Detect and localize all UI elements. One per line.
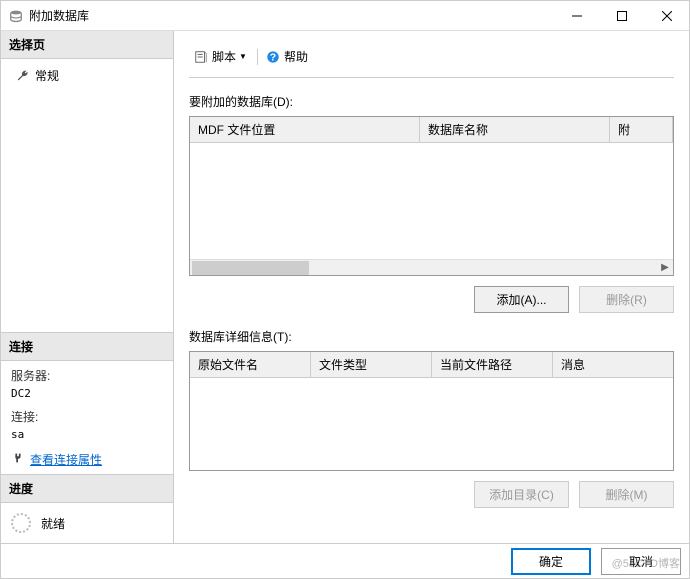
progress-status: 就绪 bbox=[41, 515, 65, 532]
db-details-list[interactable]: 原始文件名 文件类型 当前文件路径 消息 bbox=[189, 351, 674, 471]
horizontal-scrollbar[interactable]: ▶ bbox=[190, 259, 673, 275]
script-dropdown[interactable]: 脚本 ▼ bbox=[189, 46, 254, 67]
plug-icon bbox=[11, 451, 25, 468]
col-db-name[interactable]: 数据库名称 bbox=[420, 117, 610, 142]
select-page-header: 选择页 bbox=[1, 31, 173, 59]
window-title: 附加数据库 bbox=[29, 7, 554, 24]
col-orig-filename[interactable]: 原始文件名 bbox=[190, 352, 311, 377]
add-directory-button: 添加目录(C) bbox=[474, 481, 569, 508]
db-details-label: 数据库详细信息(T): bbox=[189, 328, 674, 345]
connection-label: 连接: bbox=[11, 410, 38, 424]
scroll-right-icon[interactable]: ▶ bbox=[657, 262, 673, 273]
list-header: MDF 文件位置 数据库名称 附 bbox=[190, 117, 673, 143]
list-header: 原始文件名 文件类型 当前文件路径 消息 bbox=[190, 352, 673, 378]
databases-to-attach-label: 要附加的数据库(D): bbox=[189, 93, 674, 110]
add-button[interactable]: 添加(A)... bbox=[474, 286, 569, 313]
toolbar-separator bbox=[257, 49, 258, 65]
page-general[interactable]: 常规 bbox=[11, 64, 163, 87]
col-message[interactable]: 消息 bbox=[553, 352, 673, 377]
database-icon bbox=[9, 9, 23, 23]
cancel-button[interactable]: 取消 bbox=[601, 548, 681, 575]
ok-button[interactable]: 确定 bbox=[511, 548, 591, 575]
progress-header: 进度 bbox=[1, 475, 173, 503]
remove-button: 删除(R) bbox=[579, 286, 674, 313]
wrench-icon bbox=[16, 69, 30, 83]
col-mdf-location[interactable]: MDF 文件位置 bbox=[190, 117, 420, 142]
col-file-type[interactable]: 文件类型 bbox=[311, 352, 432, 377]
server-value: DC2 bbox=[11, 387, 31, 400]
progress-spinner-icon bbox=[11, 513, 31, 533]
maximize-button[interactable] bbox=[599, 1, 644, 30]
scrollbar-thumb[interactable] bbox=[192, 261, 309, 275]
help-icon: ? bbox=[266, 50, 280, 64]
chevron-down-icon: ▼ bbox=[239, 52, 247, 61]
databases-to-attach-list[interactable]: MDF 文件位置 数据库名称 附 ▶ bbox=[189, 116, 674, 276]
help-button[interactable]: ? 帮助 bbox=[261, 46, 313, 67]
view-connection-properties-link[interactable]: 查看连接属性 bbox=[30, 451, 102, 468]
help-label: 帮助 bbox=[284, 48, 308, 65]
minimize-button[interactable] bbox=[554, 1, 599, 30]
connection-value: sa bbox=[11, 428, 24, 441]
connection-header: 连接 bbox=[1, 333, 173, 361]
col-attach[interactable]: 附 bbox=[610, 117, 673, 142]
close-button[interactable] bbox=[644, 1, 689, 30]
server-label: 服务器: bbox=[11, 369, 50, 383]
remove-detail-button: 删除(M) bbox=[579, 481, 674, 508]
list-body bbox=[190, 143, 673, 259]
script-icon bbox=[194, 50, 208, 64]
script-label: 脚本 bbox=[212, 48, 236, 65]
svg-text:?: ? bbox=[270, 51, 276, 63]
page-general-label: 常规 bbox=[35, 67, 59, 84]
col-current-path[interactable]: 当前文件路径 bbox=[432, 352, 553, 377]
